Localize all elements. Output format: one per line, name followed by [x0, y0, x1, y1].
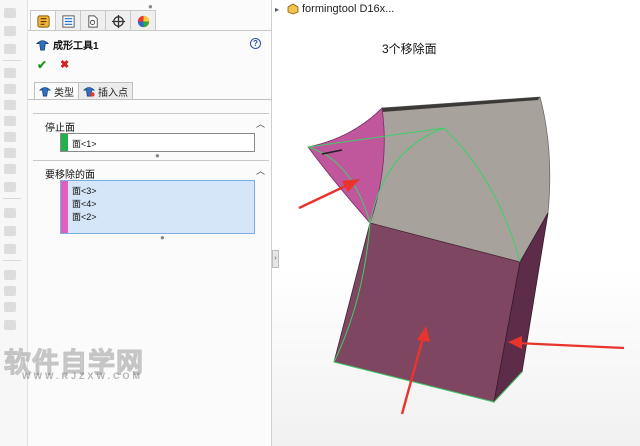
- group-header: 停止面: [45, 123, 75, 134]
- toolbar-icon[interactable]: [4, 208, 16, 218]
- tab-dimxpert[interactable]: [105, 10, 131, 31]
- collapse-icon[interactable]: ︿: [256, 117, 265, 130]
- collapse-icon[interactable]: ︿: [256, 164, 265, 177]
- toolbar-icon[interactable]: [4, 132, 16, 142]
- toolbar-icon[interactable]: [4, 8, 16, 18]
- selection-color-tag: [61, 134, 68, 151]
- forming-tool-model[interactable]: [272, 0, 640, 446]
- group-header: 要移除的面: [45, 170, 95, 181]
- cancel-button[interactable]: ✖: [60, 58, 74, 72]
- tab-label: 插入点: [98, 87, 128, 99]
- resize-grip[interactable]: ●: [160, 233, 165, 242]
- toolbar-icon[interactable]: [4, 148, 16, 158]
- help-icon[interactable]: ?: [250, 38, 261, 49]
- panel-top-bar: ●: [28, 0, 272, 11]
- tab-label: 类型: [54, 87, 74, 99]
- tab-display-manager[interactable]: [130, 10, 156, 31]
- crosshair-icon: [111, 14, 125, 28]
- toolbar-icon[interactable]: [4, 286, 16, 296]
- manager-tabs: [30, 10, 156, 31]
- toolbar-icon[interactable]: [4, 182, 16, 192]
- tab-insert-point[interactable]: 插入点: [78, 82, 133, 100]
- tab-separator: [28, 99, 272, 100]
- title-row: 成形工具1: [36, 37, 99, 52]
- watermark-subtext: WWW.RJZXW.COM: [22, 371, 143, 381]
- selection-item[interactable]: 面<4>: [72, 197, 97, 210]
- toolbar-divider: [3, 198, 21, 199]
- selection-item[interactable]: 面<1>: [72, 137, 97, 150]
- tab-configuration-manager[interactable]: [80, 10, 106, 31]
- feature-tree-root[interactable]: formingtool D16x...: [287, 2, 394, 16]
- stop-face-group: 停止面 ︿ 面<1>: [33, 113, 269, 158]
- tab-property-manager[interactable]: [30, 10, 56, 31]
- property-tabs: 类型 插入点: [34, 82, 133, 100]
- toolbar-icon[interactable]: [4, 226, 16, 236]
- forming-tool-icon: [39, 87, 51, 97]
- ok-button[interactable]: ✔: [37, 58, 51, 72]
- property-manager-icon: [36, 14, 50, 28]
- toolbar-icon[interactable]: [4, 68, 16, 78]
- toolbar-icon[interactable]: [4, 26, 16, 36]
- forming-tool-icon: [36, 39, 49, 50]
- feature-tree-root-label: formingtool D16x...: [302, 3, 395, 15]
- removed-face-top[interactable]: [307, 107, 385, 224]
- insert-point-icon: [83, 87, 95, 97]
- toolbar-icon[interactable]: [4, 116, 16, 126]
- toolbar-icon[interactable]: [4, 84, 16, 94]
- toolbar-icon[interactable]: [4, 270, 16, 280]
- toolbar-icon[interactable]: [4, 244, 16, 254]
- part-icon: [287, 3, 299, 15]
- configuration-icon: [87, 14, 98, 28]
- watermark: 软件自学网 WWW.RJZXW.COM: [4, 341, 144, 382]
- faces-to-remove-selection-box[interactable]: 面<3> 面<4> 面<2>: [60, 180, 255, 234]
- toolbar-divider: [3, 60, 21, 61]
- toolbar-icon[interactable]: [4, 100, 16, 110]
- view-caption: 3个移除面: [382, 42, 437, 56]
- toolbar-icon[interactable]: [4, 302, 16, 312]
- toolbar-icon[interactable]: [4, 164, 16, 174]
- toolbar-icon[interactable]: [4, 320, 16, 330]
- display-manager-icon: [137, 15, 149, 27]
- toolbar-divider: [3, 260, 21, 261]
- selection-color-tag: [61, 181, 68, 233]
- tab-separator: [28, 30, 272, 31]
- tab-type[interactable]: 类型: [34, 82, 79, 100]
- faces-to-remove-group: 要移除的面 ︿ 面<3> 面<4> 面<2> ●: [33, 160, 269, 242]
- resize-grip[interactable]: ●: [155, 151, 160, 160]
- tab-feature-tree[interactable]: [55, 10, 81, 31]
- page-title: 成形工具1: [53, 40, 99, 52]
- toolbar-icon[interactable]: [4, 44, 16, 54]
- stop-face-selection-box[interactable]: 面<1>: [60, 133, 255, 152]
- expand-arrow-icon[interactable]: ▸: [275, 5, 279, 14]
- feature-tree-icon: [61, 14, 75, 28]
- selection-item[interactable]: 面<2>: [72, 210, 97, 223]
- selection-item[interactable]: 面<3>: [72, 184, 97, 197]
- panel-splitter[interactable]: ›: [272, 250, 279, 268]
